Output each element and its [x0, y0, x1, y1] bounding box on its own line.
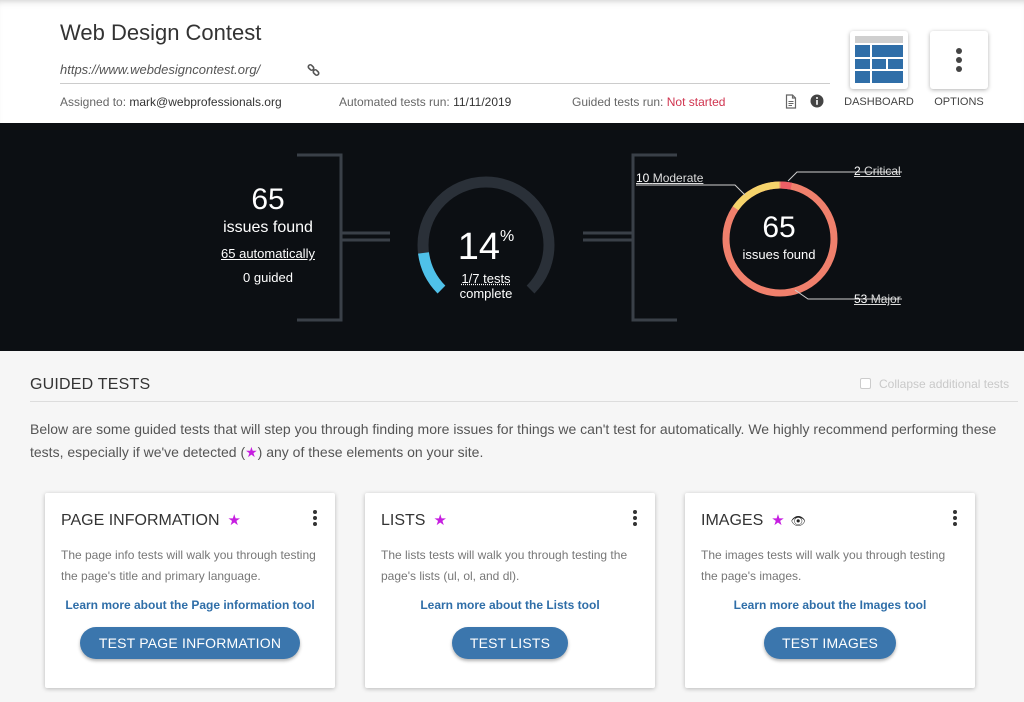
card-menu-icon[interactable] [313, 510, 317, 526]
card-description: The lists tests will walk you through te… [381, 548, 628, 583]
learn-more-link[interactable]: Learn more about the Lists tool [365, 598, 655, 612]
complete-label: complete [459, 286, 513, 301]
moderate-link[interactable]: 10 Moderate [636, 171, 703, 185]
critical-link[interactable]: 2 Critical [854, 164, 901, 178]
assignee-email: mark@webprofessionals.org [129, 95, 282, 109]
right-connector [583, 231, 633, 242]
learn-more-link[interactable]: Learn more about the Page information to… [45, 598, 335, 612]
moderate-leader [636, 184, 746, 196]
donut-moderate [732, 181, 780, 211]
card-menu-icon[interactable] [953, 510, 957, 526]
dashboard-icon [855, 36, 903, 83]
guided-intro: Below are some guided tests that will st… [30, 421, 997, 460]
progress-summary: 14% 1/7 tests complete [430, 226, 542, 301]
card-description: The images tests will walk you through t… [701, 548, 946, 583]
assigned-to: Assigned to: mark@webprofessionals.org [60, 95, 282, 109]
automated-date: 11/11/2019 [453, 95, 512, 109]
document-icon[interactable] [784, 94, 798, 109]
card-title: LISTS ★ [381, 512, 447, 529]
donut-total: 65 [762, 211, 796, 244]
issues-label: issues found [223, 219, 313, 236]
info-icon[interactable] [810, 94, 824, 108]
vertical-dots-icon [956, 48, 962, 72]
automatic-issues-link[interactable]: 65 automatically [205, 246, 331, 261]
options-label: OPTIONS [934, 96, 984, 108]
guided-status: Not started [666, 95, 726, 109]
star-icon: ★ [771, 512, 785, 529]
donut-label: issues found [742, 247, 816, 262]
section-divider [30, 401, 1018, 402]
collapse-additional-tests[interactable]: Collapse additional tests [860, 377, 1009, 391]
issues-summary: 65 issues found 65 automatically 0 guide… [205, 183, 331, 285]
guided-issues: 0 guided [243, 270, 293, 285]
site-url[interactable]: https://www.webdesigncontest.org/ [60, 62, 260, 77]
issues-total: 65 [251, 183, 285, 216]
donut-summary: 65 issues found [727, 211, 831, 262]
test-images-button[interactable]: TEST IMAGES [764, 627, 896, 659]
star-icon: ★ [227, 512, 241, 529]
url-row: https://www.webdesigncontest.org/ [60, 56, 830, 84]
dashboard-button[interactable] [850, 31, 908, 89]
star-icon: ★ [245, 444, 258, 460]
card-title: PAGE INFORMATION ★ [61, 512, 241, 529]
card-images: IMAGES ★ 👁 The images tests will walk you … [685, 493, 975, 688]
guided-tests-run: Guided tests run: Not started [572, 95, 726, 109]
card-menu-icon[interactable] [633, 510, 637, 526]
tests-complete-link[interactable]: 1/7 tests [430, 271, 542, 286]
donut-critical [780, 181, 793, 190]
test-page-information-button[interactable]: TEST PAGE INFORMATION [80, 627, 300, 659]
options-button[interactable] [930, 31, 988, 89]
report-header: Web Design Contest https://www.webdesign… [0, 0, 1024, 123]
star-icon: ★ [433, 512, 447, 529]
page-title: Web Design Contest [60, 20, 262, 45]
card-lists: LISTS ★ The lists tests will walk you thr… [365, 493, 655, 688]
automated-tests-run: Automated tests run: 11/11/2019 [339, 95, 512, 109]
meta-row: Assigned to: mark@webprofessionals.org A… [60, 94, 840, 111]
dashboard-label: DASHBOARD [844, 96, 914, 108]
eye-icon: 👁 [790, 514, 806, 528]
major-link[interactable]: 53 Major [854, 292, 901, 306]
guided-tests-title: GUIDED TESTS [30, 376, 151, 393]
summary-band: 65 issues found 65 automatically 0 guide… [0, 123, 1024, 351]
left-connector [341, 231, 390, 242]
collapse-checkbox[interactable] [860, 378, 871, 389]
card-description: The page info tests will walk you throug… [61, 548, 316, 583]
learn-more-link[interactable]: Learn more about the Images tool [685, 598, 975, 612]
progress-percent: 14% [457, 226, 515, 268]
link-icon[interactable] [306, 62, 322, 78]
card-title: IMAGES ★ 👁 [701, 512, 806, 529]
test-lists-button[interactable]: TEST LISTS [452, 627, 568, 659]
card-page-information: PAGE INFORMATION ★ The page info tests wi… [45, 493, 335, 688]
